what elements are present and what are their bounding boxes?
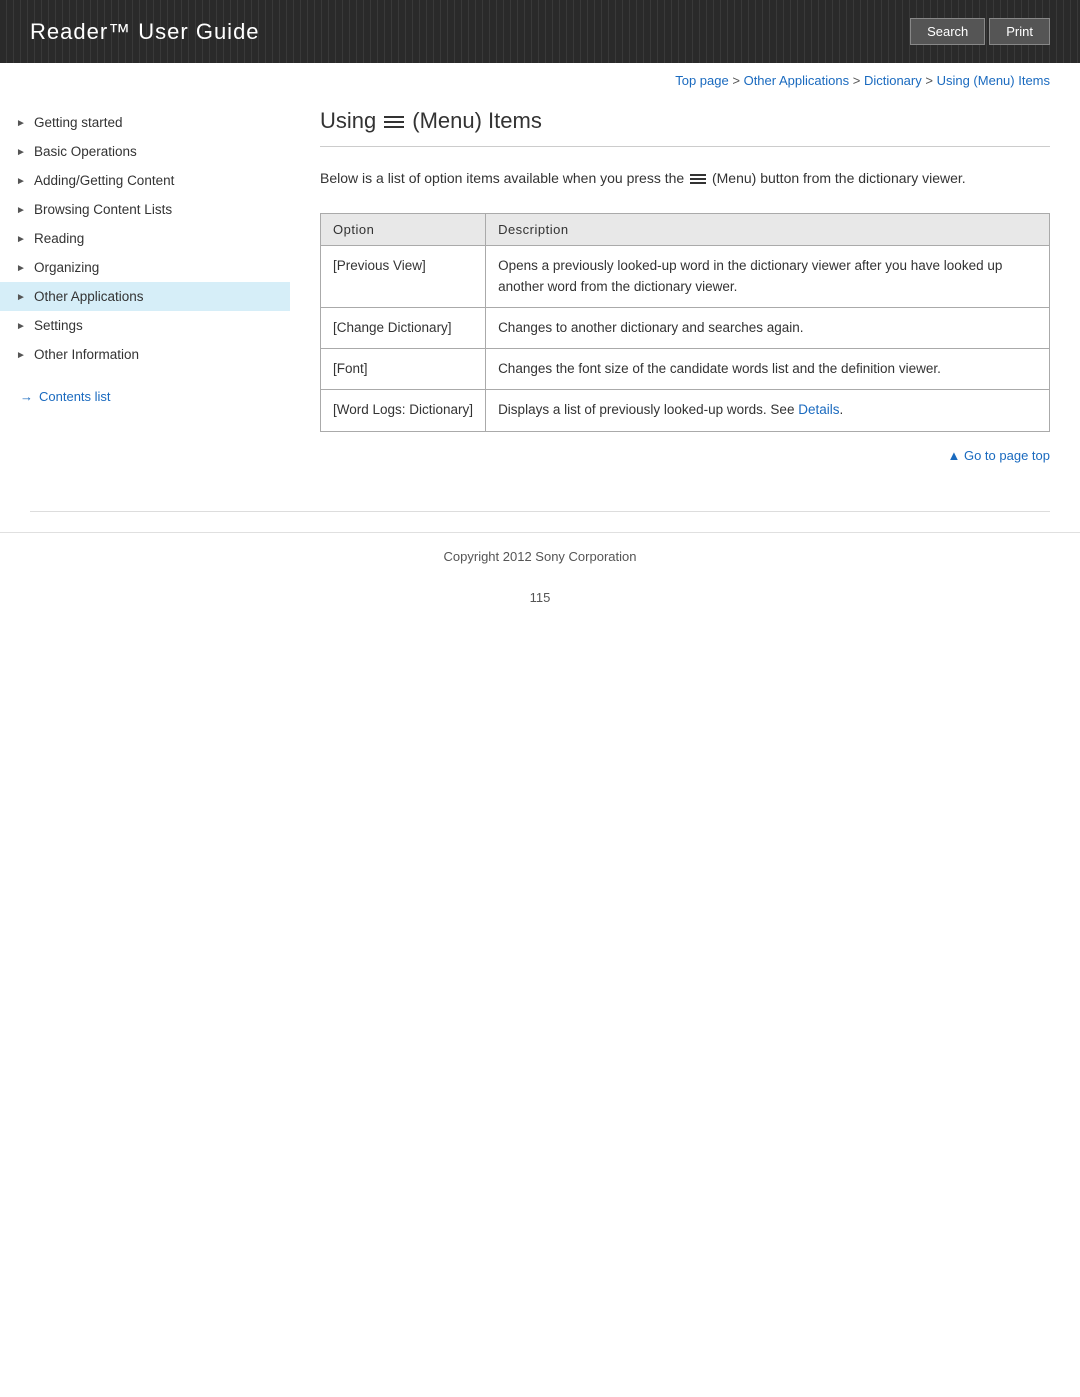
breadcrumb-separator-2: >	[853, 73, 864, 88]
header: Reader™ User Guide Search Print	[0, 0, 1080, 63]
table-cell-option: [Word Logs: Dictionary]	[321, 390, 486, 431]
sidebar-item-label: Getting started	[34, 115, 123, 130]
menu-icon	[384, 108, 404, 134]
sidebar-item-other-information[interactable]: ► Other Information	[0, 340, 290, 369]
go-to-top: ▲ Go to page top	[320, 432, 1050, 471]
sidebar-item-basic-operations[interactable]: ► Basic Operations	[0, 137, 290, 166]
table-cell-option: [Previous View]	[321, 246, 486, 308]
arrow-icon: ►	[16, 263, 26, 273]
contents-list-link[interactable]: → Contents list	[0, 379, 290, 414]
sidebar-item-organizing[interactable]: ► Organizing	[0, 253, 290, 282]
sidebar-item-label: Reading	[34, 231, 84, 246]
table-col1-header: Option	[321, 214, 486, 246]
page-layout: ► Getting started ► Basic Operations ► A…	[0, 98, 1080, 511]
sidebar-item-label: Browsing Content Lists	[34, 202, 172, 217]
table-cell-description: Changes the font size of the candidate w…	[486, 349, 1050, 390]
sidebar-item-browsing[interactable]: ► Browsing Content Lists	[0, 195, 290, 224]
table-col2-header: Description	[486, 214, 1050, 246]
main-content: Using (Menu) Items Below is a list of op…	[290, 98, 1080, 511]
sidebar-item-label: Settings	[34, 318, 83, 333]
sidebar-item-reading[interactable]: ► Reading	[0, 224, 290, 253]
sidebar-item-getting-started[interactable]: ► Getting started	[0, 108, 290, 137]
breadcrumb: Top page > Other Applications > Dictiona…	[0, 63, 1080, 98]
breadcrumb-other-applications[interactable]: Other Applications	[744, 73, 850, 88]
heading-prefix: Using	[320, 108, 376, 134]
breadcrumb-dictionary[interactable]: Dictionary	[864, 73, 922, 88]
sidebar: ► Getting started ► Basic Operations ► A…	[0, 98, 290, 511]
sidebar-item-label: Other Applications	[34, 289, 144, 304]
contents-link-label: Contents list	[39, 389, 111, 404]
sidebar-item-settings[interactable]: ► Settings	[0, 311, 290, 340]
print-button[interactable]: Print	[989, 18, 1050, 45]
table-row: [Previous View] Opens a previously looke…	[321, 246, 1050, 308]
copyright-text: Copyright 2012 Sony Corporation	[444, 549, 637, 564]
arrow-icon: ►	[16, 350, 26, 360]
breadcrumb-separator-3: >	[925, 73, 936, 88]
details-link[interactable]: Details	[798, 402, 839, 417]
arrow-icon: ►	[16, 147, 26, 157]
breadcrumb-top-page[interactable]: Top page	[675, 73, 729, 88]
page-number: 115	[0, 580, 1080, 615]
arrow-right-icon: →	[20, 389, 33, 404]
sidebar-item-label: Adding/Getting Content	[34, 173, 174, 188]
site-title: Reader™ User Guide	[30, 19, 260, 45]
arrow-icon: ►	[16, 321, 26, 331]
table-cell-description: Displays a list of previously looked-up …	[486, 390, 1050, 431]
intro-text-after: (Menu) button from the dictionary viewer…	[712, 170, 966, 186]
breadcrumb-current[interactable]: Using (Menu) Items	[937, 73, 1050, 88]
table-cell-option: [Change Dictionary]	[321, 307, 486, 348]
menu-icon-inline	[688, 170, 712, 186]
intro-text-before: Below is a list of option items availabl…	[320, 170, 684, 186]
table-cell-description: Opens a previously looked-up word in the…	[486, 246, 1050, 308]
arrow-icon: ►	[16, 234, 26, 244]
sidebar-item-label: Other Information	[34, 347, 139, 362]
go-to-top-link[interactable]: ▲ Go to page top	[948, 448, 1051, 463]
search-button[interactable]: Search	[910, 18, 985, 45]
intro-paragraph: Below is a list of option items availabl…	[320, 167, 1050, 189]
sidebar-item-label: Organizing	[34, 260, 99, 275]
header-buttons: Search Print	[910, 18, 1050, 45]
table-cell-option: [Font]	[321, 349, 486, 390]
sidebar-item-other-applications[interactable]: ► Other Applications	[0, 282, 290, 311]
page-heading: Using (Menu) Items	[320, 108, 1050, 147]
sidebar-item-adding-content[interactable]: ► Adding/Getting Content	[0, 166, 290, 195]
arrow-icon: ►	[16, 176, 26, 186]
sidebar-item-label: Basic Operations	[34, 144, 137, 159]
arrow-icon: ►	[16, 118, 26, 128]
arrow-icon: ►	[16, 292, 26, 302]
options-table: Option Description [Previous View] Opens…	[320, 213, 1050, 431]
breadcrumb-separator-1: >	[732, 73, 743, 88]
footer: Copyright 2012 Sony Corporation	[0, 532, 1080, 580]
table-row: [Font] Changes the font size of the cand…	[321, 349, 1050, 390]
arrow-icon: ►	[16, 205, 26, 215]
table-row: [Change Dictionary] Changes to another d…	[321, 307, 1050, 348]
table-row: [Word Logs: Dictionary] Displays a list …	[321, 390, 1050, 431]
heading-suffix: (Menu) Items	[412, 108, 542, 134]
table-cell-description: Changes to another dictionary and search…	[486, 307, 1050, 348]
